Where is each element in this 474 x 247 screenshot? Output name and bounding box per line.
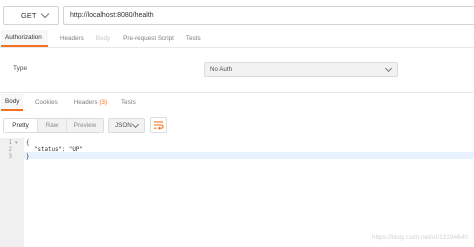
headers-count: (3) [99,99,108,106]
editor-gutter: 1 ▾ 2 3 [0,138,24,247]
tab-tests[interactable]: Tests [182,30,205,47]
tab-response-tests[interactable]: Tests [117,94,140,111]
watermark: https://blog.csdn.net/u013194640 [371,234,468,241]
preview-button[interactable]: Preview [67,119,103,132]
tab-body[interactable]: Body [92,30,114,47]
auth-type-select[interactable]: No Auth [204,62,398,77]
method-label: GET [21,11,37,20]
wrap-lines-icon [154,121,164,130]
line-number: 1 [8,140,13,146]
divider [0,47,474,48]
raw-button[interactable]: Raw [38,119,67,132]
code-line: "status": "UP" [34,147,83,153]
method-dropdown[interactable]: GET [3,6,59,25]
url-input[interactable]: http://localhost:8080/health [63,6,474,25]
tab-pre-request-script[interactable]: Pre-request Script [119,30,178,47]
tab-headers[interactable]: Headers [56,30,88,47]
fold-arrow-icon[interactable]: ▾ [15,140,18,146]
tab-response-body[interactable]: Body [1,94,23,111]
divider [0,92,474,93]
chevron-down-icon [384,64,393,73]
tab-response-headers[interactable]: Headers (3) [70,94,111,111]
url-text: http://localhost:8080/health [70,12,154,19]
auth-type-label: Type [13,65,28,72]
code-line: { [26,140,30,146]
line-number: 2 [8,147,13,153]
response-tabs: Body Cookies Headers (3) Tests [1,94,140,111]
tab-cookies[interactable]: Cookies [31,94,62,111]
view-mode-toggle: Pretty Raw Preview [3,118,104,133]
chevron-down-icon [41,9,50,19]
format-label: JSON [115,122,132,129]
format-dropdown[interactable]: JSON [108,118,145,133]
active-line-highlight [24,152,474,159]
auth-type-value: No Auth [210,66,233,73]
chevron-down-icon [131,120,140,129]
wrap-lines-button[interactable] [150,117,167,133]
request-tabs: Authorization Headers Body Pre-request S… [1,30,205,47]
code-line: } [26,154,30,160]
line-number: 3 [8,154,13,160]
tab-authorization[interactable]: Authorization [1,30,48,47]
pretty-button[interactable]: Pretty [4,119,38,132]
